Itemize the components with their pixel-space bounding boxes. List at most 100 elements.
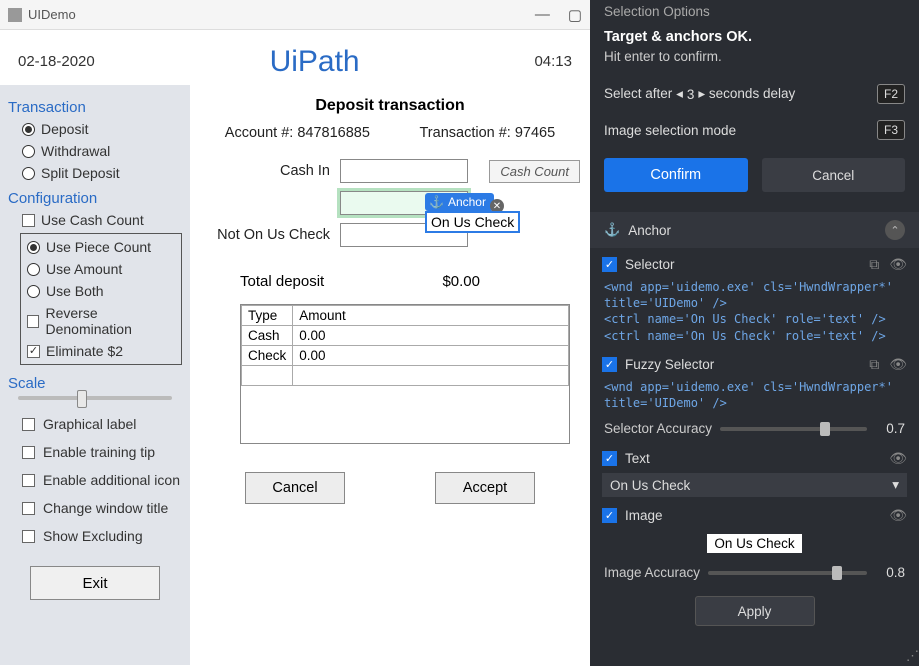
anchor-target-label: On Us Check (425, 211, 520, 233)
anchor-section-header[interactable]: ⚓ Anchor ⌃ (590, 212, 919, 248)
checkbox-graphical-label[interactable]: Graphical label (8, 410, 182, 438)
chevron-up-icon[interactable]: ⌃ (885, 220, 905, 240)
radio-icon (27, 241, 40, 254)
image-label: Image (625, 508, 663, 523)
image-accuracy-label: Image Accuracy (604, 565, 700, 580)
eye-icon[interactable]: 👁 (889, 356, 907, 373)
eye-icon[interactable]: 👁 (889, 256, 907, 273)
chevron-left-icon[interactable]: ◂ (676, 86, 683, 102)
checkbox-reverse-denomination[interactable]: Reverse Denomination (21, 302, 181, 340)
checkbox-icon (22, 502, 35, 515)
maximize-button[interactable]: ▢ (568, 6, 582, 24)
checkbox-icon (22, 530, 35, 543)
resize-grip-icon[interactable]: ⋰ (906, 648, 917, 664)
image-accuracy-value: 0.8 (875, 565, 905, 580)
copy-icon[interactable]: ⧉ (869, 356, 879, 373)
app-icon (8, 8, 22, 22)
selector-accuracy-label: Selector Accuracy (604, 421, 712, 436)
cancel-button[interactable]: Cancel (245, 472, 345, 504)
transaction-number: Transaction #: 97465 (419, 125, 555, 141)
checkbox-use-cash-count[interactable]: Use Cash Count (8, 209, 182, 231)
panel-cancel-button[interactable]: Cancel (762, 158, 906, 192)
checkbox-icon[interactable]: ✓ (602, 508, 617, 523)
account-number: Account #: 847816885 (225, 125, 370, 141)
slider-thumb[interactable] (77, 390, 87, 408)
copy-icon[interactable]: ⧉ (869, 256, 879, 273)
scale-slider[interactable] (8, 396, 182, 410)
col-type: Type (242, 306, 293, 326)
checkbox-icon[interactable]: ✓ (602, 257, 617, 272)
checkbox-training-tip[interactable]: Enable training tip (8, 438, 182, 466)
selector-toggle-row: ✓ Selector ⧉ 👁 (590, 248, 919, 277)
checkbox-icon (22, 418, 35, 431)
checkbox-additional-icon[interactable]: Enable additional icon (8, 466, 182, 494)
checkbox-icon[interactable]: ✓ (602, 451, 617, 466)
eye-icon[interactable]: 👁 (889, 507, 907, 524)
eye-icon[interactable]: 👁 (889, 450, 907, 467)
selector-accuracy-value: 0.7 (875, 421, 905, 436)
main-heading: Deposit transaction (200, 97, 580, 115)
checkbox-icon (27, 345, 40, 358)
f3-key-badge: F3 (877, 120, 905, 140)
radio-icon (27, 263, 40, 276)
panel-title: Selection Options (590, 0, 919, 19)
radio-icon (27, 285, 40, 298)
anchor-icon: ⚓ (604, 222, 620, 238)
text-value-dropdown[interactable]: On Us Check ▾ (602, 473, 907, 497)
uidemo-window: UIDemo — ▢ 02-18-2020 UiPath 04:13 Trans… (0, 0, 590, 666)
cash-in-label: Cash In (200, 163, 340, 179)
radio-icon (22, 145, 35, 158)
header-date: 02-18-2020 (18, 53, 95, 70)
not-on-us-check-label: Not On Us Check (200, 227, 340, 243)
radio-use-amount[interactable]: Use Amount (21, 258, 181, 280)
accept-button[interactable]: Accept (435, 472, 535, 504)
checkbox-change-window-title[interactable]: Change window title (8, 494, 182, 522)
radio-use-both[interactable]: Use Both (21, 280, 181, 302)
slider-thumb[interactable] (820, 422, 830, 436)
selection-options-panel: Selection Options Target & anchors OK. H… (590, 0, 919, 666)
table-row[interactable]: Cash 0.00 (242, 326, 569, 346)
slider-thumb[interactable] (832, 566, 842, 580)
table-row[interactable]: Check 0.00 (242, 346, 569, 366)
configuration-group: Use Piece Count Use Amount Use Both Reve… (20, 233, 182, 365)
table-row[interactable] (242, 366, 569, 386)
header-time: 04:13 (534, 53, 572, 70)
selector-accuracy-slider[interactable] (720, 427, 867, 431)
cash-in-input[interactable] (340, 159, 468, 183)
radio-use-piece-count[interactable]: Use Piece Count (21, 236, 181, 258)
radio-split-deposit[interactable]: Split Deposit (8, 162, 182, 184)
confirm-button[interactable]: Confirm (604, 158, 748, 192)
status-message: Target & anchors OK. (590, 19, 919, 45)
fuzzy-selector-code[interactable]: <wnd app='uidemo.exe' cls='HwndWrapper*'… (590, 377, 919, 415)
image-toggle-row: ✓ Image 👁 (590, 499, 919, 528)
exit-button[interactable]: Exit (30, 566, 160, 600)
text-toggle-row: ✓ Text 👁 (590, 442, 919, 471)
delay-value: 3 (687, 87, 695, 102)
f2-key-badge: F2 (877, 84, 905, 104)
selector-code[interactable]: <wnd app='uidemo.exe' cls='HwndWrapper*'… (590, 277, 919, 348)
selector-label: Selector (625, 257, 675, 272)
titlebar: UIDemo — ▢ (0, 0, 590, 30)
image-accuracy-slider[interactable] (708, 571, 867, 575)
apply-button[interactable]: Apply (695, 596, 815, 626)
scale-header: Scale (8, 375, 182, 392)
cash-count-button[interactable]: Cash Count (489, 160, 580, 183)
radio-withdrawal[interactable]: Withdrawal (8, 140, 182, 162)
col-amount: Amount (293, 306, 569, 326)
checkbox-icon[interactable]: ✓ (602, 357, 617, 372)
text-label: Text (625, 451, 650, 466)
chevron-right-icon[interactable]: ▸ (698, 86, 705, 102)
window-title: UIDemo (28, 7, 76, 22)
total-deposit-value: $0.00 (350, 273, 500, 290)
checkbox-show-excluding[interactable]: Show Excluding (8, 522, 182, 550)
checkbox-eliminate-2[interactable]: Eliminate $2 (21, 340, 181, 362)
checkbox-icon (22, 214, 35, 227)
anchor-badge[interactable]: ⚓ Anchor ✕ (425, 193, 494, 211)
radio-deposit[interactable]: Deposit (8, 118, 182, 140)
minimize-button[interactable]: — (535, 6, 550, 24)
brand-label: UiPath (270, 45, 360, 79)
chevron-down-icon: ▾ (892, 477, 899, 493)
radio-icon (22, 167, 35, 180)
total-deposit-label: Total deposit (200, 273, 350, 290)
checkbox-icon (22, 474, 35, 487)
